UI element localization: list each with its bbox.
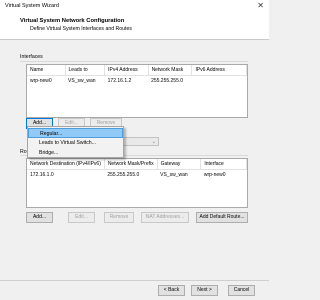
cell-ipv6-address bbox=[192, 76, 247, 86]
footer-divider bbox=[0, 280, 269, 281]
route-add-button[interactable]: Add... bbox=[26, 212, 53, 223]
column-header-network-destination[interactable]: Network Destination (IPv4/IPv6) bbox=[27, 159, 105, 170]
cell-name: wrp-new0 bbox=[30, 77, 52, 84]
column-header-name[interactable]: Name bbox=[27, 65, 66, 76]
column-header-network-mask-prefix[interactable]: Network Mask/Prefix bbox=[104, 159, 158, 170]
route-remove-button[interactable]: Remove bbox=[104, 212, 134, 223]
next-button[interactable]: Next > bbox=[191, 285, 218, 296]
add-default-route-button[interactable]: Add Default Route... bbox=[196, 212, 248, 223]
routes-table[interactable]: Network Destination (IPv4/IPv6) Network … bbox=[26, 158, 248, 208]
route-edit-button[interactable]: Edit... bbox=[68, 212, 95, 223]
column-header-gateway[interactable]: Gateway bbox=[157, 159, 202, 170]
interfaces-group-label: Interfaces bbox=[20, 54, 43, 60]
menu-item-leads-to-virtual-switch[interactable]: Leads to Virtual Switch... bbox=[28, 138, 123, 148]
cell-destination: 172.16.1.0 bbox=[30, 171, 54, 178]
table-row[interactable]: wrp-new0 VS_sw_wan 172.16.1.2 255.255.25… bbox=[27, 76, 247, 86]
interfaces-group-divider bbox=[20, 61, 248, 62]
interfaces-grid: Name Leads to IPv4 Address Network Mask … bbox=[27, 65, 247, 85]
page-subtitle: Define Virtual System Interfaces and Rou… bbox=[30, 26, 132, 32]
interfaces-header-row: Name Leads to IPv4 Address Network Mask … bbox=[27, 65, 247, 76]
wizard-header: Virtual System Network Configuration Def… bbox=[0, 12, 269, 40]
column-header-leads-to[interactable]: Leads to bbox=[65, 65, 106, 76]
close-icon[interactable]: ✕ bbox=[257, 1, 264, 10]
nat-addresses-button[interactable]: NAT Addresses... bbox=[141, 212, 189, 223]
cell-ipv4-address: 172.16.1.2 bbox=[107, 77, 132, 84]
title-bar: Virtual System Wizard ✕ bbox=[0, 0, 269, 12]
menu-item-bridge[interactable]: Bridge... bbox=[28, 148, 123, 158]
interfaces-table[interactable]: Name Leads to IPv4 Address Network Mask … bbox=[26, 64, 248, 118]
routes-grid: Network Destination (IPv4/IPv6) Network … bbox=[27, 159, 247, 179]
cell-leads-to: VS_sw_wan bbox=[68, 77, 96, 84]
cell-gateway: VS_sw_wan bbox=[160, 171, 188, 178]
add-interface-menu: Regular... Leads to Virtual Switch... Br… bbox=[27, 126, 124, 158]
column-header-ipv4-address[interactable]: IPv4 Address bbox=[104, 65, 149, 76]
column-header-interface[interactable]: Interface bbox=[200, 159, 247, 170]
cell-mask: 255.255.255.0 bbox=[107, 171, 140, 178]
page-title: Virtual System Network Configuration bbox=[20, 18, 125, 24]
menu-item-regular[interactable]: Regular... bbox=[28, 128, 123, 138]
chevron-down-icon: ⌄ bbox=[151, 139, 156, 145]
routes-header-row: Network Destination (IPv4/IPv6) Network … bbox=[27, 159, 247, 170]
cancel-button[interactable]: Cancel bbox=[228, 285, 255, 296]
table-row[interactable]: 172.16.1.0 255.255.255.0 VS_sw_wan wrp-n… bbox=[27, 170, 247, 180]
cell-network-mask: 255.255.255.0 bbox=[151, 77, 184, 84]
cell-interface: wrp-new0 bbox=[203, 171, 226, 178]
window-title: Virtual System Wizard bbox=[5, 3, 59, 9]
back-button[interactable]: < Back bbox=[158, 285, 185, 296]
column-header-ipv6-address[interactable]: IPv6 Address bbox=[191, 65, 247, 76]
column-header-network-mask[interactable]: Network Mask bbox=[148, 65, 193, 76]
